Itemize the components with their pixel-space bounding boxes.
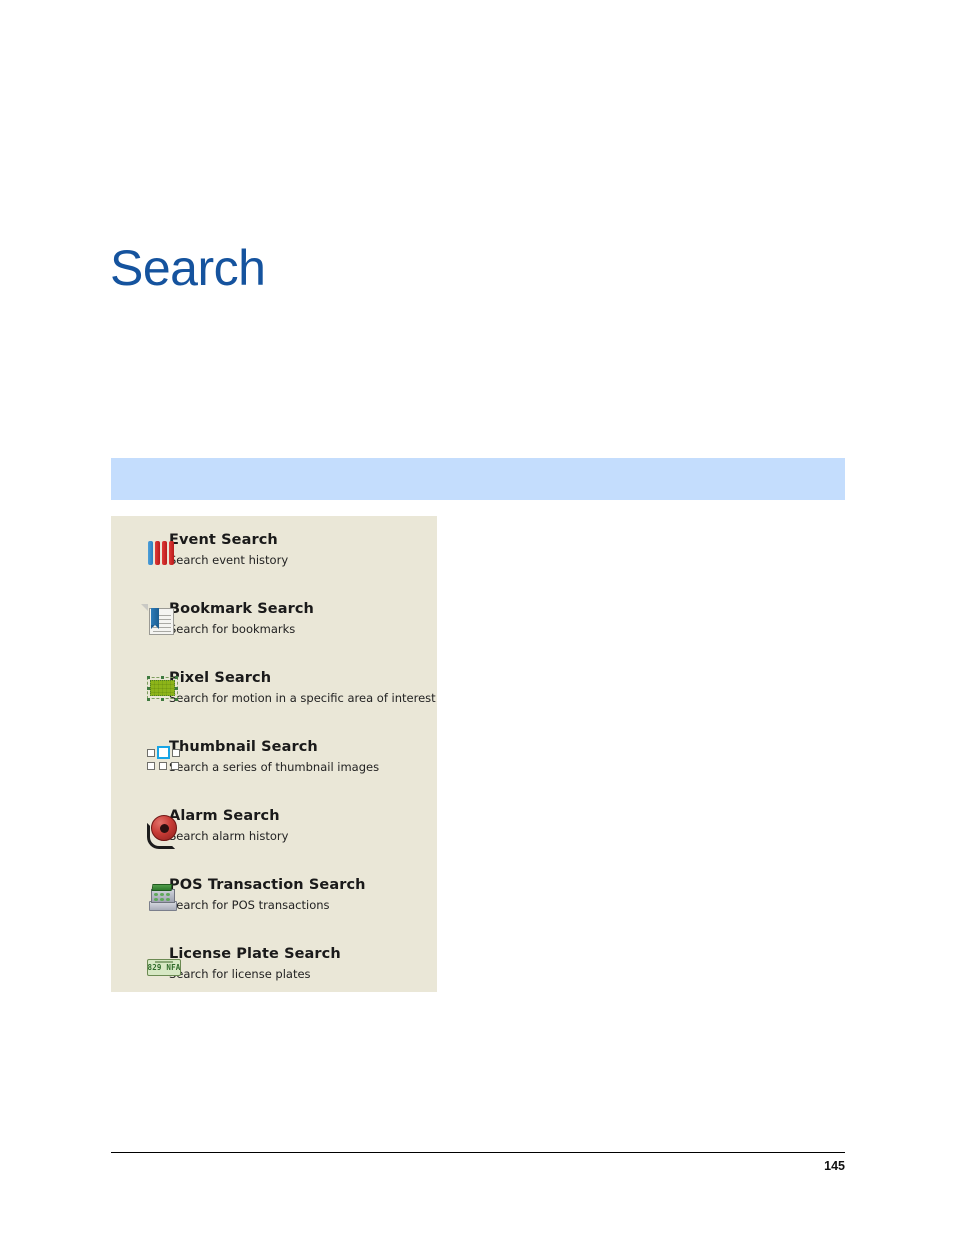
- menu-item-alarm-search[interactable]: Alarm Search Search alarm history: [111, 806, 437, 875]
- menu-item-title: POS Transaction Search: [169, 877, 366, 893]
- menu-item-description: Search alarm history: [169, 829, 289, 843]
- menu-item-title: Event Search: [169, 532, 278, 548]
- menu-item-description: Search for POS transactions: [169, 898, 330, 912]
- menu-item-description: Search for bookmarks: [169, 622, 296, 636]
- menu-item-description: Search for motion in a specific area of …: [169, 691, 436, 705]
- license-plate-number: 829 NFA: [147, 962, 181, 972]
- menu-item-title: Pixel Search: [169, 670, 272, 686]
- menu-item-license-plate-search[interactable]: 829 NFA License Plate Search Search for …: [111, 944, 437, 1013]
- menu-item-bookmark-search[interactable]: Bookmark Search Search for bookmarks: [111, 599, 437, 668]
- section-banner: [111, 458, 845, 500]
- menu-item-description: Search for license plates: [169, 967, 311, 981]
- search-menu-panel: Event Search Search event history Bookma…: [111, 516, 437, 992]
- menu-item-title: Bookmark Search: [169, 601, 314, 617]
- menu-item-description: Search event history: [169, 553, 289, 567]
- menu-item-title: Thumbnail Search: [169, 739, 318, 755]
- menu-item-thumbnail-search[interactable]: Thumbnail Search Search a series of thum…: [111, 737, 437, 806]
- menu-item-pos-transaction-search[interactable]: POS Transaction Search Search for POS tr…: [111, 875, 437, 944]
- menu-item-event-search[interactable]: Event Search Search event history: [111, 530, 437, 599]
- footer-divider: [111, 1152, 845, 1153]
- menu-item-pixel-search[interactable]: Pixel Search Search for motion in a spec…: [111, 668, 437, 737]
- page-number: 145: [824, 1159, 845, 1173]
- section-banner-label: [111, 458, 845, 480]
- menu-item-description: Search a series of thumbnail images: [169, 760, 380, 774]
- page-title: Search: [110, 240, 266, 296]
- menu-item-title: License Plate Search: [169, 946, 341, 962]
- menu-item-title: Alarm Search: [169, 808, 280, 824]
